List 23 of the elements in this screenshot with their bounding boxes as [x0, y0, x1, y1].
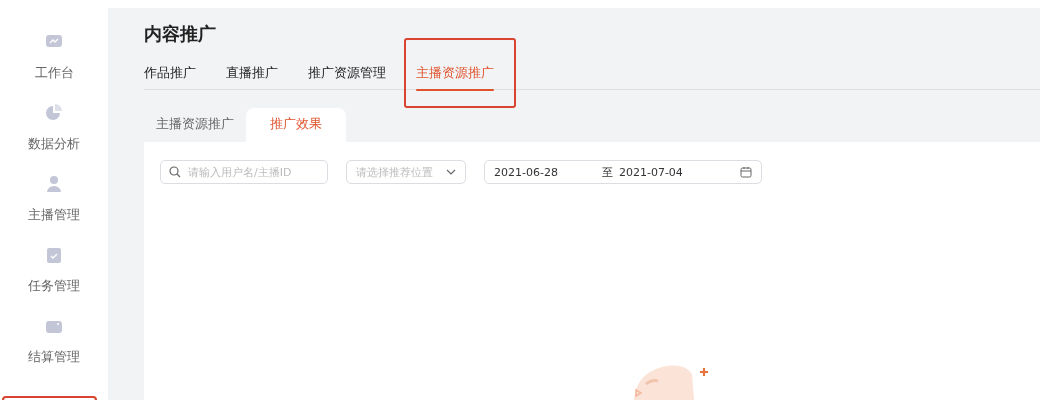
date-range-field[interactable]: 2021-06-28 至 2021-07-04	[484, 160, 762, 184]
calendar-icon	[740, 166, 752, 178]
range-separator: 至	[601, 164, 613, 180]
sub-tab[interactable]: 主播资源推广	[144, 108, 246, 142]
checklist-icon	[44, 245, 64, 265]
sidebar-item[interactable]: 结算管理	[28, 348, 80, 366]
sidebar-item[interactable]: 数据分析	[28, 135, 80, 153]
tab[interactable]: 推广资源管理	[308, 64, 386, 90]
search-icon	[169, 166, 181, 178]
start-date: 2021-06-28	[494, 165, 558, 179]
sidebar-item[interactable]: 任务管理	[28, 277, 80, 295]
end-date: 2021-07-04	[618, 165, 684, 179]
search-field[interactable]: 请输入用户名/主播ID	[160, 160, 328, 184]
page-title: 内容推广	[144, 22, 217, 46]
pie-chart-icon	[44, 103, 64, 123]
sub-tab[interactable]: 推广效果	[246, 108, 346, 142]
tab[interactable]: 作品推广	[144, 64, 196, 90]
sidebar-item[interactable]: 工作台	[34, 64, 74, 82]
chevron-down-icon	[446, 169, 456, 175]
person-icon	[44, 174, 64, 194]
sidebar-item[interactable]: 主播管理	[28, 206, 80, 224]
tab[interactable]: 主播资源推广	[416, 64, 494, 90]
tab[interactable]: 直播推广	[226, 64, 278, 90]
